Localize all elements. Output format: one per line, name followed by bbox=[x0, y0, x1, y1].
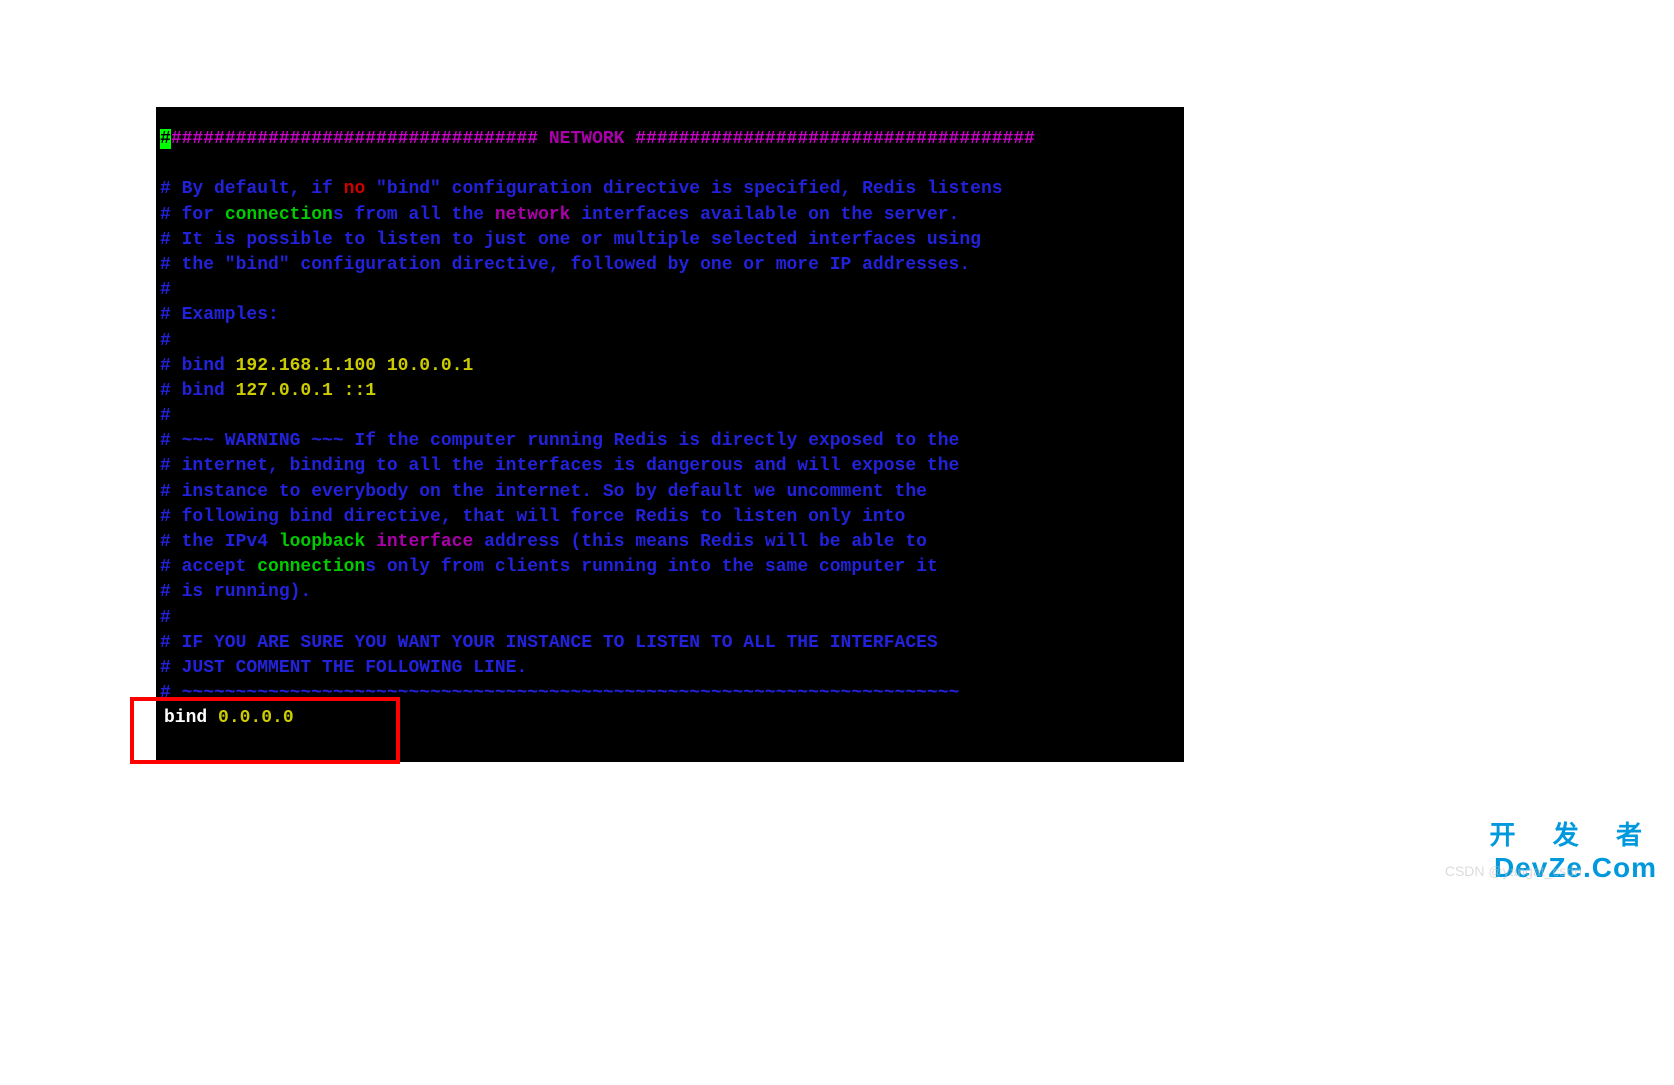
comment-line: # the IPv4 loopback interface address (t… bbox=[160, 530, 1184, 555]
header-line: ################################### NETW… bbox=[160, 127, 1184, 152]
comment-line: # By default, if no "bind" configuration… bbox=[160, 177, 1184, 202]
csdn-watermark: CSDN @yangat_csdn bbox=[1445, 863, 1582, 879]
comment-line: # ~~~~~~~~~~~~~~~~~~~~~~~~~~~~~~~~~~~~~~… bbox=[160, 681, 1184, 706]
cursor: # bbox=[160, 129, 171, 149]
comment-line: # bind 127.0.0.1 ::1 bbox=[160, 379, 1184, 404]
comment-line: # is running). bbox=[160, 580, 1184, 605]
terminal-editor[interactable]: ################################### NETW… bbox=[156, 107, 1184, 762]
comment-line: # following bind directive, that will fo… bbox=[160, 505, 1184, 530]
comment-line: # bbox=[160, 404, 1184, 429]
watermark: CSDN @yangat_csdn 开 发 者 DevZe.Com bbox=[1490, 815, 1657, 884]
comment-line: # IF YOU ARE SURE YOU WANT YOUR INSTANCE… bbox=[160, 631, 1184, 656]
comment-line: # internet, binding to all the interface… bbox=[160, 454, 1184, 479]
comment-line: # It is possible to listen to just one o… bbox=[160, 228, 1184, 253]
blank-line bbox=[160, 152, 1184, 177]
comment-line: # bbox=[160, 606, 1184, 631]
comment-line: # the "bind" configuration directive, fo… bbox=[160, 253, 1184, 278]
bind-config-line: bind 0.0.0.0 bbox=[160, 706, 1184, 731]
comment-line: # Examples: bbox=[160, 303, 1184, 328]
watermark-cn: 开 发 者 bbox=[1490, 815, 1657, 852]
comment-line: # instance to everybody on the internet.… bbox=[160, 480, 1184, 505]
comment-line: # accept connections only from clients r… bbox=[160, 555, 1184, 580]
comment-line: # bind 192.168.1.100 10.0.0.1 bbox=[160, 354, 1184, 379]
comment-line: # bbox=[160, 278, 1184, 303]
comment-line: # JUST COMMENT THE FOLLOWING LINE. bbox=[160, 656, 1184, 681]
comment-line: # ~~~ WARNING ~~~ If the computer runnin… bbox=[160, 429, 1184, 454]
comment-line: # bbox=[160, 329, 1184, 354]
comment-line: # for connections from all the network i… bbox=[160, 203, 1184, 228]
